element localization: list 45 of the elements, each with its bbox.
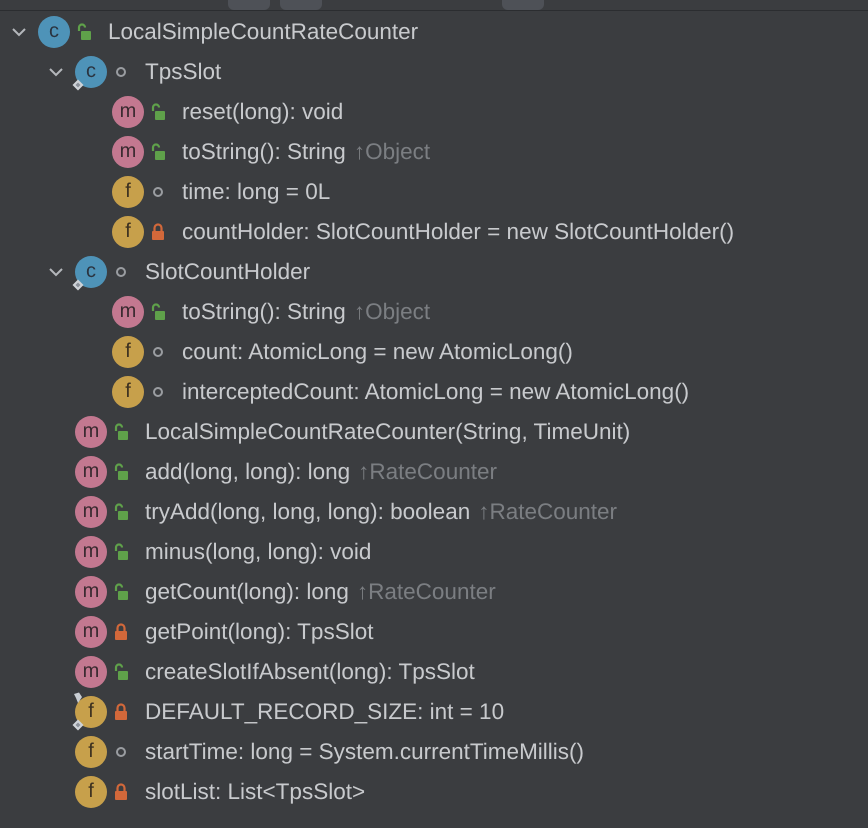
method-icon: m [75,416,107,448]
field-icon: f [112,336,144,368]
method-icon: m [112,136,144,168]
inherited-from-label: ↑RateCounter [358,458,497,486]
method-icon: m [75,656,107,688]
member-label[interactable]: LocalSimpleCountRateCounter [108,15,418,49]
inherited-from-label: ↑RateCounter [478,498,618,526]
member-label[interactable]: reset(long): void [182,95,344,129]
member-label[interactable]: count: AtomicLong = new AtomicLong() [182,335,573,369]
member-label[interactable]: startTime: long = System.currentTimeMillis() [145,735,584,769]
method-icon: m [75,536,107,568]
field-icon: f [75,736,107,768]
member-label[interactable]: DEFAULT_RECORD_SIZE: int = 10 [145,695,504,729]
member-label[interactable]: interceptedCount: AtomicLong = new AtomicLong() [182,375,690,409]
member-label[interactable]: slotList: List<TpsSlot> [145,775,366,809]
inherited-from-label: ↑RateCounter [356,578,496,606]
method-icon: m [112,296,144,328]
member-label[interactable]: add(long, long): long [145,455,350,489]
field-icon: f [112,176,144,208]
member-label[interactable]: time: long = 0L [182,175,330,209]
inherited-from-label: ↑Object [354,138,430,166]
member-label[interactable]: toString(): String [182,135,346,169]
member-label[interactable]: toString(): String [182,295,346,329]
member-label[interactable]: SlotCountHolder [145,255,310,289]
method-icon: m [112,96,144,128]
member-label[interactable]: minus(long, long): void [145,535,372,569]
method-icon: m [75,616,107,648]
class-icon: c [75,56,107,88]
member-label[interactable]: tryAdd(long, long, long): boolean [145,495,470,529]
field-icon: f [112,216,144,248]
member-label[interactable]: TpsSlot [145,55,222,89]
class-icon: c [38,16,70,48]
member-label[interactable]: getCount(long): long [145,575,349,609]
member-label[interactable]: countHolder: SlotCountHolder = new SlotCountHolder() [182,215,734,249]
method-icon: m [75,496,107,528]
inherited-from-label: ↑Object [354,298,430,326]
member-label[interactable]: getPoint(long): TpsSlot [145,615,374,649]
member-label[interactable]: LocalSimpleCountRateCounter(String, TimeUnit) [145,415,630,449]
field-icon: f [75,776,107,808]
field-icon: f [75,696,107,728]
method-icon: m [75,456,107,488]
method-icon: m [75,576,107,608]
class-icon: c [75,256,107,288]
field-icon: f [112,376,144,408]
member-label[interactable]: createSlotIfAbsent(long): TpsSlot [145,655,475,689]
